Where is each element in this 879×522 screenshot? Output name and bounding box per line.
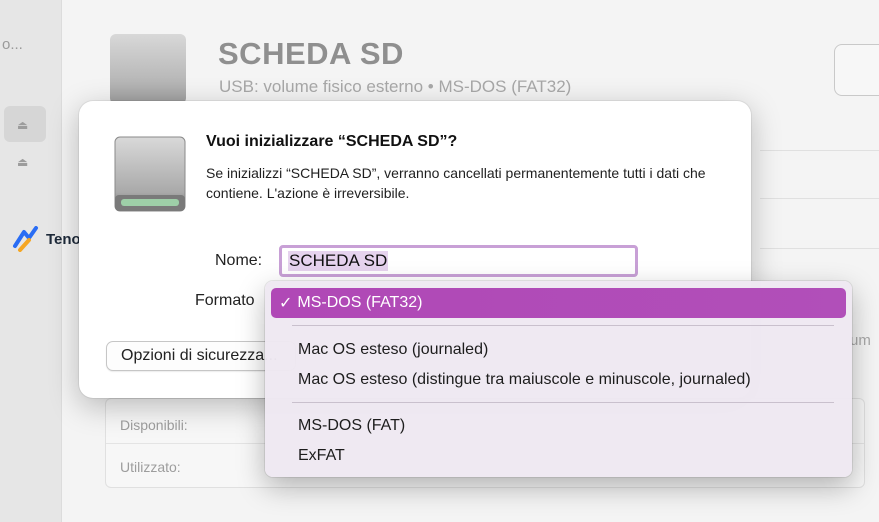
menu-item-label: Mac OS esteso (distingue tra maiuscole e… [298,371,751,388]
name-field-value: SCHEDA SD [288,251,389,271]
name-field[interactable]: SCHEDA SD [279,245,638,277]
tenorshare-logo-icon [13,226,38,252]
dialog-title: Vuoi inizializzare “SCHEDA SD”? [206,133,458,150]
menu-item-label: MS-DOS (FAT) [298,417,406,434]
toolbar-button[interactable] [834,44,879,96]
menu-item-label: MS-DOS (FAT32) [297,294,423,311]
menu-item-ms-dos-fat[interactable]: MS-DOS (FAT) [271,411,846,441]
available-label: Disponibili: [120,417,188,433]
menu-separator [292,402,834,403]
used-label: Utilizzato: [120,459,181,475]
checkmark-icon: ✓ [279,295,293,312]
eject-icon[interactable]: ⏏ [17,118,28,132]
disk-drive-icon [110,34,186,104]
menu-item-mac-os-extended-journaled[interactable]: Mac OS esteso (journaled) [271,335,846,365]
partial-label: um [850,332,871,349]
format-label: Formato [195,292,255,309]
menu-item-label: ExFAT [298,447,345,464]
disk-title: SCHEDA SD [218,36,404,71]
eject-icon[interactable]: ⏏ [17,155,28,169]
menu-item-exfat[interactable]: ExFAT [271,441,846,471]
dialog-message: Se inizializzi “SCHEDA SD”, verranno can… [206,165,706,201]
format-dropdown-menu: ✓ MS-DOS (FAT32) Mac OS esteso (journale… [265,281,852,477]
sidebar: o... ⏏ ⏏ [0,0,62,522]
menu-item-ms-dos-fat32[interactable]: ✓ MS-DOS (FAT32) [271,288,846,318]
menu-item-label: Mac OS esteso (journaled) [298,341,489,358]
menu-item-mac-os-extended-case-sensitive[interactable]: Mac OS esteso (distingue tra maiuscole e… [271,365,846,395]
sidebar-truncated-label: o... [2,36,23,53]
external-drive-icon [114,136,186,212]
menu-separator [292,325,834,326]
disk-subtitle: USB: volume fisico esterno • MS-DOS (FAT… [219,77,572,96]
name-label: Nome: [215,252,263,269]
